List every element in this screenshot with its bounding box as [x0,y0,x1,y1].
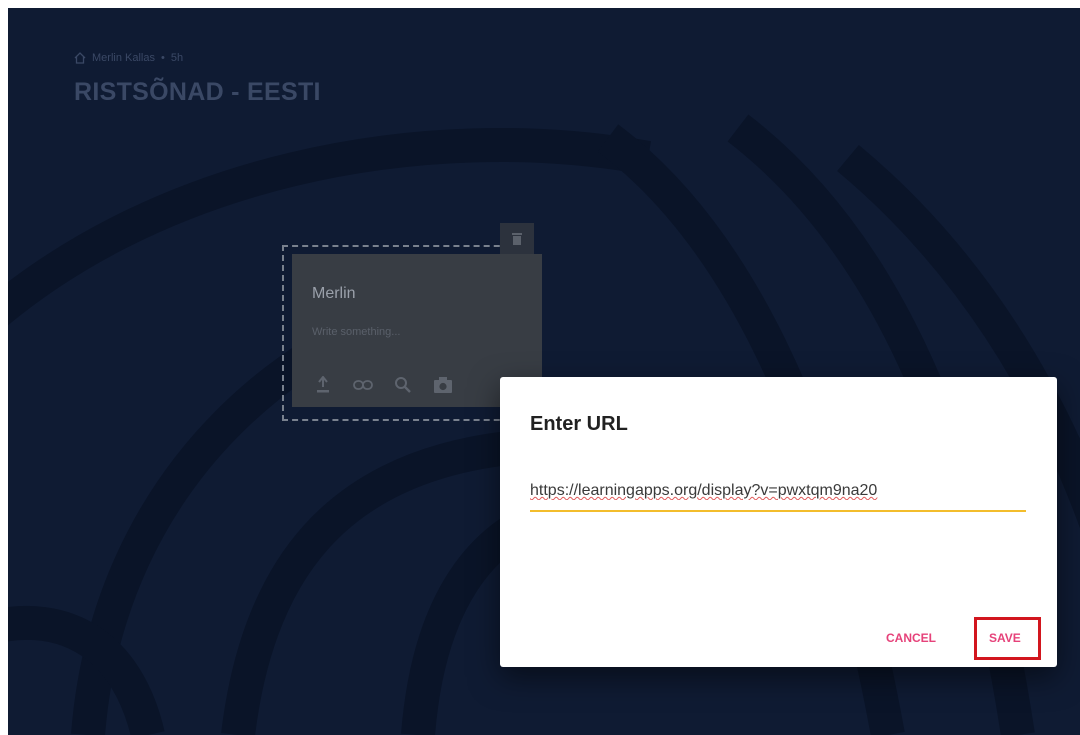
camera-icon[interactable] [432,374,454,396]
post-attachment-toolbar [312,374,454,396]
post-body-placeholder[interactable]: Write something... [312,326,400,338]
breadcrumb-time: 5h [170,52,184,64]
url-input[interactable] [530,472,1026,512]
upload-icon[interactable] [312,374,334,396]
breadcrumb-user[interactable]: Merlin Kallas [92,52,155,64]
breadcrumb-separator: • [160,52,165,64]
page-title: RISTSÕNAD - EESTI [74,78,321,106]
link-icon[interactable] [352,374,374,396]
home-icon [74,52,86,64]
post-author[interactable]: Merlin [312,285,356,303]
delete-post-button[interactable] [500,223,534,255]
trash-icon [512,233,522,245]
save-button[interactable]: SAVE [981,625,1029,651]
breadcrumb[interactable]: Merlin Kallas • 5h [74,52,183,64]
cancel-button[interactable]: CANCEL [878,625,944,651]
search-icon[interactable] [392,374,414,396]
enter-url-dialog: Enter URL CANCEL SAVE [500,377,1057,667]
dialog-title: Enter URL [530,413,628,435]
